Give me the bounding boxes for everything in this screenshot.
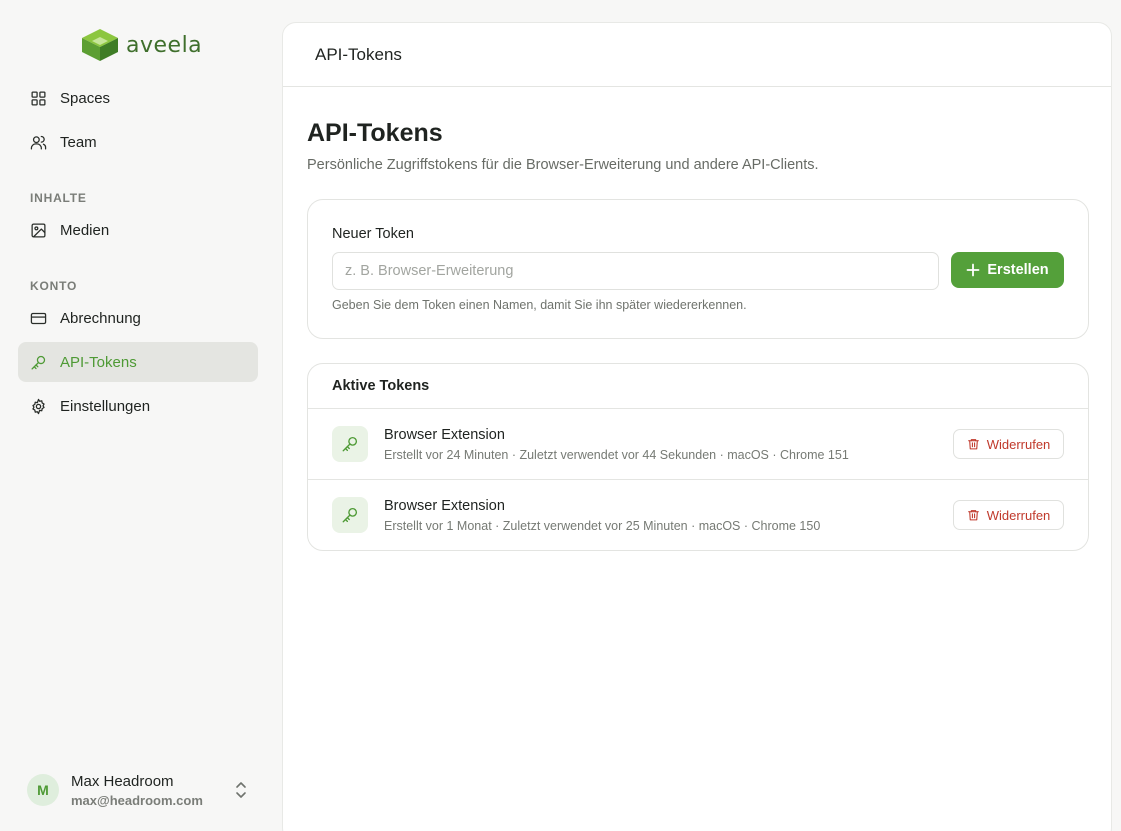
gear-icon <box>32 398 45 414</box>
sidebar-item-label: Einstellungen <box>60 397 151 415</box>
key-icon <box>342 436 358 452</box>
avatar: M <box>27 774 59 806</box>
token-meta: Erstellt vor 24 Minuten · Zuletzt verwen… <box>384 448 849 462</box>
sidebar-item-api-tokens[interactable]: API-Tokens <box>18 342 258 382</box>
users-icon <box>30 135 47 150</box>
token-name-input[interactable] <box>332 252 939 290</box>
page-title: API-Tokens <box>307 119 443 147</box>
revoke-button-label: Widerrufen <box>986 436 1051 452</box>
sidebar-item-einstellungen[interactable]: Einstellungen <box>18 386 258 426</box>
page-subtitle: Persönliche Zugriffstokens für die Brows… <box>307 157 819 173</box>
token-row: Browser Extension Erstellt vor 24 Minute… <box>308 409 1088 480</box>
section-label-inhalte: INHALTE <box>30 191 87 205</box>
sidebar-item-label: API-Tokens <box>60 353 137 371</box>
sidebar-item-medien[interactable]: Medien <box>18 210 258 250</box>
trash-icon <box>967 510 979 521</box>
revoke-button-label: Widerrufen <box>986 507 1051 523</box>
logo-cube-icon <box>82 29 118 61</box>
breadcrumb-title: API-Tokens <box>315 44 402 64</box>
sidebar-item-team[interactable]: Team <box>18 122 258 162</box>
token-name: Browser Extension <box>384 427 505 443</box>
active-tokens-card: Aktive Tokens Browser Extension Erstellt… <box>307 363 1089 551</box>
create-button-label: Erstellen <box>987 262 1049 278</box>
grid-icon <box>31 90 46 106</box>
logo[interactable]: aveela <box>80 26 202 64</box>
token-meta: Erstellt vor 1 Monat · Zuletzt verwendet… <box>384 519 821 533</box>
sidebar-item-abrechnung[interactable]: Abrechnung <box>18 298 258 338</box>
key-icon <box>31 355 46 370</box>
logo-text: aveela <box>126 32 203 58</box>
topbar: API-Tokens <box>283 23 1111 87</box>
create-button[interactable]: Erstellen <box>951 252 1064 288</box>
plus-icon <box>966 263 980 277</box>
sidebar-item-spaces[interactable]: Spaces <box>18 78 258 118</box>
section-label-konto: KONTO <box>30 279 78 293</box>
sidebar-item-label: Team <box>60 133 97 151</box>
token-icon-box <box>332 426 368 462</box>
token-name: Browser Extension <box>384 498 505 514</box>
user-email: max@headroom.com <box>71 792 203 808</box>
token-icon-box <box>332 497 368 533</box>
sidebar-item-label: Medien <box>60 221 110 239</box>
new-token-hint: Geben Sie dem Token einen Namen, damit S… <box>332 298 747 312</box>
new-token-label: Neuer Token <box>332 226 414 242</box>
sidebar-item-label: Spaces <box>60 89 111 107</box>
sidebar: aveela Spaces Team INHALTE Medien KONTO … <box>0 0 276 831</box>
active-tokens-title: Aktive Tokens <box>308 364 1088 409</box>
user-menu[interactable]: M Max Headroom max@headroom.com <box>18 762 258 818</box>
revoke-button[interactable]: Widerrufen <box>953 429 1064 459</box>
new-token-card: Neuer Token Erstellen Geben Sie dem Toke… <box>307 199 1089 339</box>
trash-icon <box>967 439 979 450</box>
revoke-button[interactable]: Widerrufen <box>953 500 1064 530</box>
image-icon <box>31 222 46 238</box>
key-icon <box>342 507 358 523</box>
sidebar-item-label: Abrechnung <box>60 309 141 327</box>
chevron-up-down-icon <box>236 782 246 798</box>
credit-card-icon <box>30 312 47 324</box>
main-panel: API-Tokens API-Tokens Persönliche Zugrif… <box>282 22 1112 831</box>
token-row: Browser Extension Erstellt vor 1 Monat ·… <box>308 480 1088 550</box>
user-name: Max Headroom <box>71 772 174 790</box>
